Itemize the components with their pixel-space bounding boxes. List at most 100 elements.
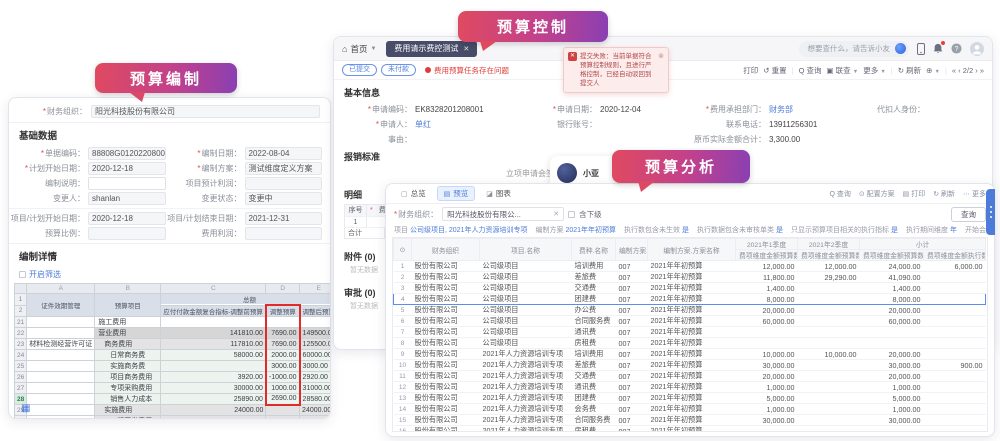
table-row[interactable]: 4股份有限公司公司级项目团建费0072021年年初预算8,000.008,000… <box>394 294 986 305</box>
field-value: 3,300.00 <box>769 135 800 144</box>
sheet-row[interactable]: 27专项采购费用30000.001000.0031000.00 <box>15 383 331 394</box>
view-preview-button[interactable]: ▤预览 <box>437 186 476 201</box>
field-input[interactable] <box>88 177 166 190</box>
include-sub-checkbox[interactable] <box>568 211 575 218</box>
settings-dropdown[interactable]: ⊕ ▼ <box>926 66 940 75</box>
field-label: 编制说明 <box>9 178 85 189</box>
table-row[interactable]: 1股份有限公司公司级项目培训费用0072021年年初预算12,000.0012,… <box>394 261 986 272</box>
filter-chip[interactable]: 只显示预算项目相关的执行指标是 <box>791 227 898 234</box>
table-row[interactable]: 5股份有限公司公司级项目办公费0072021年年初预算20,000.0020,0… <box>394 305 986 316</box>
settings-icon[interactable]: ⊙ <box>394 239 412 261</box>
sheet-row[interactable]: 25实施商务费3000.003000.00 <box>15 361 331 372</box>
field-input[interactable] <box>245 177 323 190</box>
table-row[interactable]: 9股份有限公司2021年人力资源培训专项培训费用0072021年年初预算10,0… <box>394 349 986 360</box>
filter-chip[interactable]: 执行数包含未生效是 <box>624 227 689 234</box>
field-label: *单据编码 <box>9 148 85 159</box>
filter-toggle-label[interactable]: 开启筛选 <box>29 269 61 280</box>
clear-icon[interactable]: ✕ <box>553 210 559 218</box>
field-input[interactable]: 2020-12-18 <box>88 212 166 225</box>
screenshot-canvas: *财务组织 阳光科技股份有限公司 基础数据 *单据编码88808G0120220… <box>0 0 1000 441</box>
table-row[interactable]: 15股份有限公司2021年人力资源培训专项合同服务费0072021年年初预算30… <box>394 415 986 426</box>
field-input[interactable]: 2020-12-18 <box>88 162 166 175</box>
callout-budget-prep: 预算编制 <box>95 63 237 93</box>
table-row[interactable]: 14股份有限公司2021年人力资源培训专项会务费0072021年年初预算1,00… <box>394 404 986 415</box>
print-button[interactable]: 打印 <box>743 65 758 76</box>
col-letter[interactable]: C <box>161 284 266 294</box>
refresh-action[interactable]: ↻ 刷新 <box>933 189 955 199</box>
field-input[interactable]: 测试维度定义方案 <box>245 162 323 175</box>
edit-grid-icon[interactable]: ▦ <box>21 404 30 414</box>
sheet-row[interactable]: 30工程开发费用 <box>15 416 331 420</box>
sheet-row[interactable]: 21施工费用 <box>15 317 331 328</box>
filter-chip[interactable]: 执行数据包含未审核单类是 <box>697 227 783 234</box>
sheet-row[interactable]: 29实施费用24000.0024000.00 <box>15 405 331 416</box>
help-icon[interactable]: ? <box>951 43 962 54</box>
analysis-query-button[interactable]: 查询 <box>951 207 986 222</box>
print-action[interactable]: ▤ 打印 <box>903 189 926 199</box>
toast-close-icon[interactable]: ⊗ <box>658 52 664 88</box>
sheet-row[interactable]: 28销售人力成本25890.002690.0028580.00 <box>15 394 331 405</box>
table-row[interactable]: 16股份有限公司2021年人力资源培训专项房租费0072021年年初预算 <box>394 426 986 433</box>
field-input[interactable]: 2021-12-31 <box>245 212 323 225</box>
more-button[interactable]: 更多 ▼ <box>863 65 886 76</box>
field-input[interactable]: 变更中 <box>245 192 323 205</box>
avatar[interactable] <box>970 42 984 56</box>
finance-org-input[interactable]: 阳光科技股份有限公司 <box>91 105 320 118</box>
view-overview-button[interactable]: ▢总览 <box>394 186 433 201</box>
field-项目/计划结束日期: 项目/计划结束日期2021-12-31 <box>166 211 323 226</box>
field-label: 变更人 <box>9 193 85 204</box>
col-letter[interactable]: A <box>27 284 95 294</box>
refresh-button[interactable]: ↻ 刷新 <box>898 65 921 76</box>
sheet-row[interactable]: 22营业费用141810.007690.00149500.00 <box>15 328 331 339</box>
linked-query-button[interactable]: ▣ 联查 ▼ <box>827 65 859 76</box>
filter-chip[interactable]: 编制方案2021年年初预算 <box>535 227 616 234</box>
reset-button[interactable]: ↺ 重置 <box>763 65 786 76</box>
table-row[interactable]: 8股份有限公司公司级项目房租费0072021年年初预算 <box>394 338 986 349</box>
budget-alert-text[interactable]: 费用预算任务存在问题 <box>434 65 509 76</box>
col-letter[interactable]: B <box>95 284 161 294</box>
tab-expense-request[interactable]: 费用请示费控测试 ✕ <box>386 41 477 57</box>
table-row[interactable]: 12股份有限公司2021年人力资源培训专项通讯费0072021年年初预算1,00… <box>394 382 986 393</box>
assistant-search-input[interactable]: 想要查什么，请告诉小友 <box>799 41 910 57</box>
pager[interactable]: « ‹ 2/2 › » <box>952 66 984 75</box>
table-row[interactable]: 11股份有限公司2021年人力资源培训专项交通费0072021年年初预算20,0… <box>394 371 986 382</box>
field-value[interactable]: 单红 <box>415 119 431 130</box>
table-row[interactable]: 2股份有限公司公司级项目差旅费0072021年年初预算11,800.0029,2… <box>394 272 986 283</box>
sheet-row[interactable]: 26项目商务费用3920.00-1000.002920.00 <box>15 372 331 383</box>
view-chart-button[interactable]: ◪图表 <box>479 186 518 201</box>
table-row[interactable]: 6股份有限公司公司级项目合同服务费0072021年年初预算60,000.0060… <box>394 316 986 327</box>
sheet-row[interactable]: 23材料检测经营许可证商务费用117810.007690.00125500.00 <box>15 339 331 350</box>
field-input[interactable] <box>245 227 323 240</box>
layout-config-action[interactable]: ⊙ 配置方案 <box>859 189 895 199</box>
filter-checkbox[interactable] <box>19 271 26 278</box>
side-drawer-handle[interactable] <box>986 189 995 235</box>
close-icon[interactable]: ✕ <box>463 45 469 53</box>
field-input[interactable]: 2022-08-04 <box>245 147 323 160</box>
query-action[interactable]: Q 查询 <box>829 189 850 199</box>
sheet-row[interactable]: 24日常商务费58000.002000.0060000.00 <box>15 350 331 361</box>
query-button[interactable]: Q 查询 <box>799 65 822 76</box>
more-action[interactable]: ⋯ 更多 <box>963 189 986 199</box>
mobile-icon[interactable] <box>917 43 925 55</box>
col-letter[interactable]: D <box>266 284 300 294</box>
filter-chip[interactable]: 项目公司级项目, 2021年人力资源培训专项 <box>394 227 527 234</box>
field-label: 项目/计划开始日期 <box>9 213 85 224</box>
analysis-table[interactable]: ⊙财务组织项目.名称费种.名称编制方案.编码编制方案.方案名称2021年1季度2… <box>393 238 986 432</box>
filter-chip[interactable]: 执行期间维度年 <box>906 227 957 234</box>
col-letter[interactable]: E <box>300 284 330 294</box>
budget-spreadsheet[interactable]: ABCDE1证件效期管理预算项目总额2应付付款金额复合指标-调整前预算调整预算调… <box>14 283 330 419</box>
field-value[interactable]: 财务部 <box>769 104 793 115</box>
field-input[interactable] <box>88 227 166 240</box>
home-tab[interactable]: ⌂ 首页 ▼ <box>342 43 376 55</box>
section-detail: 编制详情 <box>9 243 330 266</box>
table-row[interactable]: 3股份有限公司公司级项目交通费0072021年年初预算1,400.001,400… <box>394 283 986 294</box>
field-联系电话: 联系电话13911256301 <box>674 119 869 130</box>
table-row[interactable]: 7股份有限公司公司级项目通讯费0072021年年初预算 <box>394 327 986 338</box>
table-row[interactable]: 13股份有限公司2021年人力资源培训专项团建费0072021年年初预算5,00… <box>394 393 986 404</box>
field-input[interactable]: shanlan <box>88 192 166 205</box>
notification-bell-icon[interactable] <box>933 43 943 54</box>
org-filter-combo[interactable]: 阳光科技股份有限公... ✕ <box>442 207 564 221</box>
table-row[interactable]: 10股份有限公司2021年人力资源培训专项差旅费0072021年年初预算30,0… <box>394 360 986 371</box>
field-input[interactable]: 88808G0120220800001-1 <box>88 147 166 160</box>
include-sub-label[interactable]: 含下级 <box>579 209 602 220</box>
